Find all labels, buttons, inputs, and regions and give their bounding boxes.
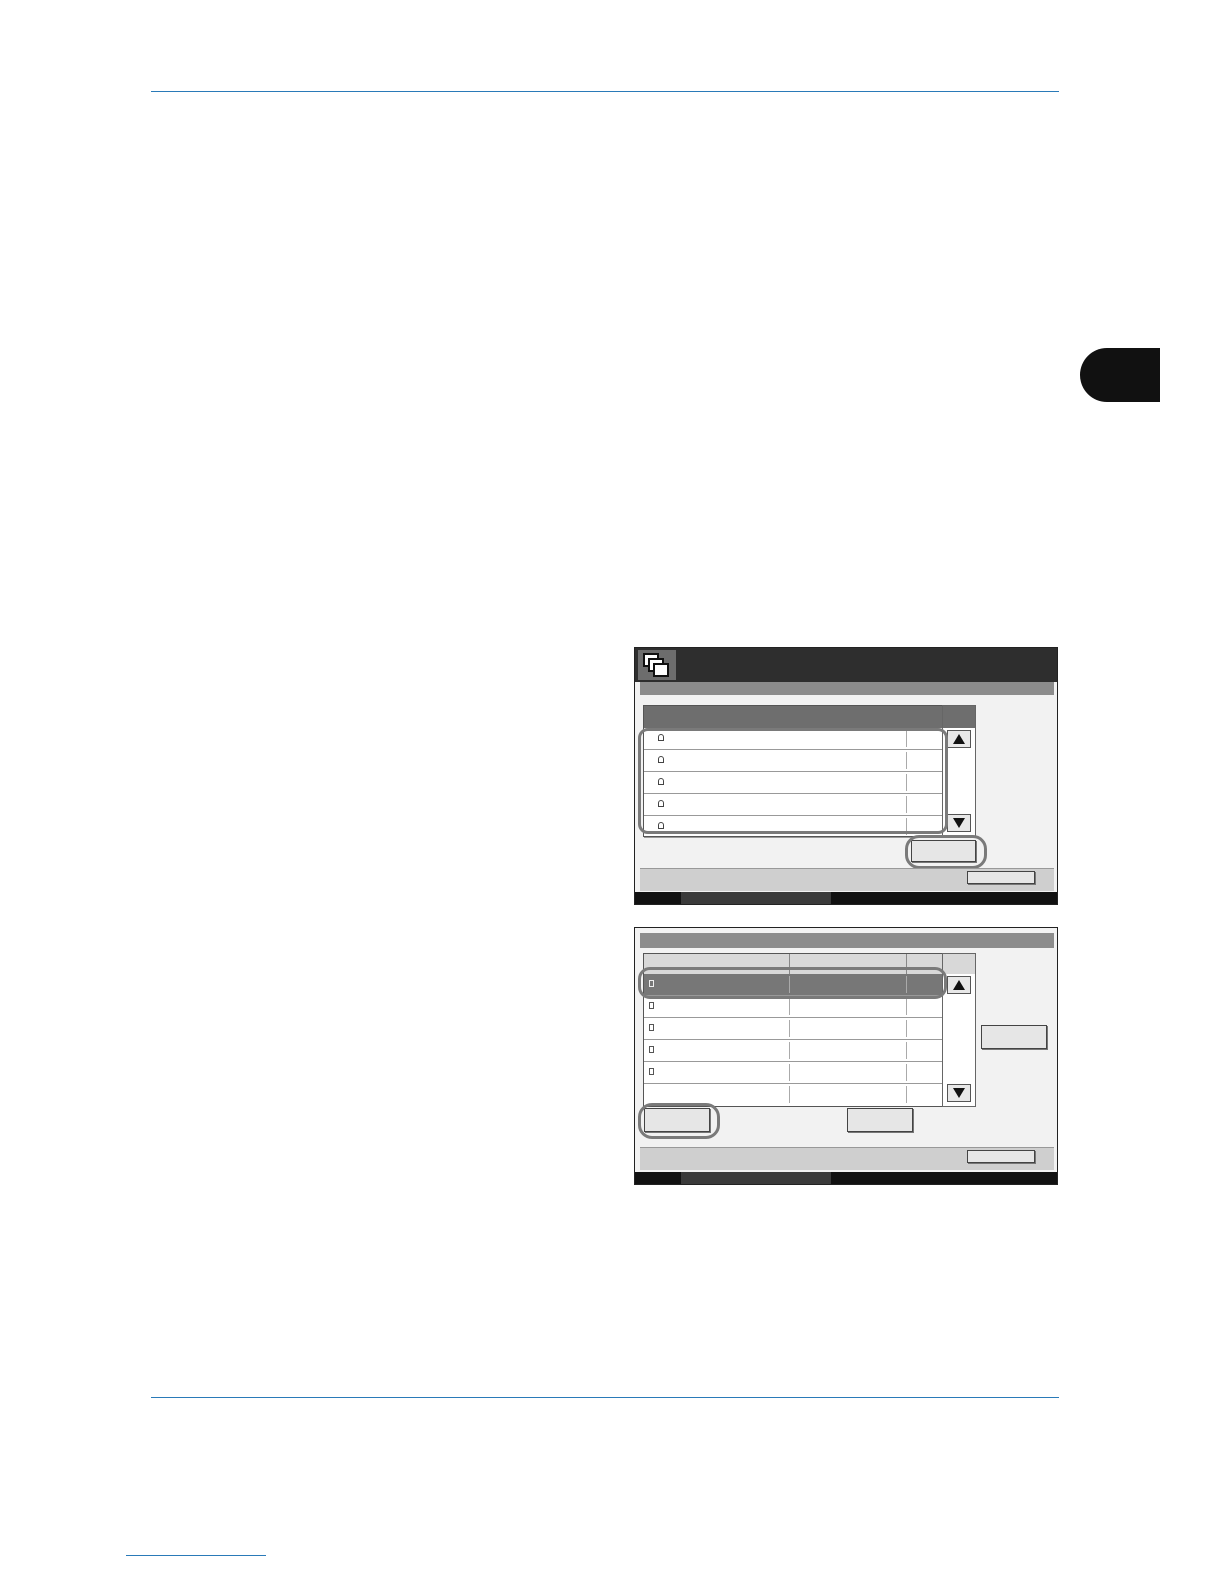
arrow-down-icon [953,1088,965,1098]
detail-button[interactable] [847,1108,913,1132]
list-header [644,706,943,728]
scroll-up-button[interactable] [947,976,971,994]
sub-header [640,933,1054,948]
document-list-screen [634,927,1058,1185]
selected-row-highlight [638,967,947,999]
document-icon [649,1046,654,1053]
status-bar [635,892,1057,904]
document-row[interactable] [644,1040,943,1062]
box-list-screen [634,647,1058,905]
scroll-down-button[interactable] [947,1084,971,1102]
footer-link-underline[interactable] [126,1555,266,1556]
scrollbar-header [943,706,975,728]
close-button[interactable] [967,871,1035,884]
scrollbar[interactable] [942,953,976,1107]
open-button-highlight [905,835,987,869]
chapter-tab [1080,348,1160,402]
list-highlight [638,728,948,834]
scrollbar-header [943,954,975,974]
document-icon [649,1024,654,1031]
title-bar [635,648,1057,682]
footer-rule [151,1397,1059,1398]
scroll-down-button[interactable] [947,814,971,832]
document-box-icon [638,650,676,680]
document-icon [649,1068,654,1075]
document-row[interactable] [644,1084,943,1105]
status-bar [635,1172,1057,1184]
side-action-button[interactable] [981,1025,1047,1049]
document-icon [649,1002,654,1009]
scroll-up-button[interactable] [947,730,971,748]
document-row[interactable] [644,1062,943,1084]
document-row[interactable] [644,1018,943,1040]
sub-header [640,682,1054,695]
document-row[interactable] [644,996,943,1018]
header-rule [151,91,1059,92]
select-button-highlight [638,1103,720,1139]
close-button[interactable] [967,1150,1035,1163]
arrow-down-icon [953,818,965,828]
arrow-up-icon [953,980,965,990]
arrow-up-icon [953,734,965,744]
